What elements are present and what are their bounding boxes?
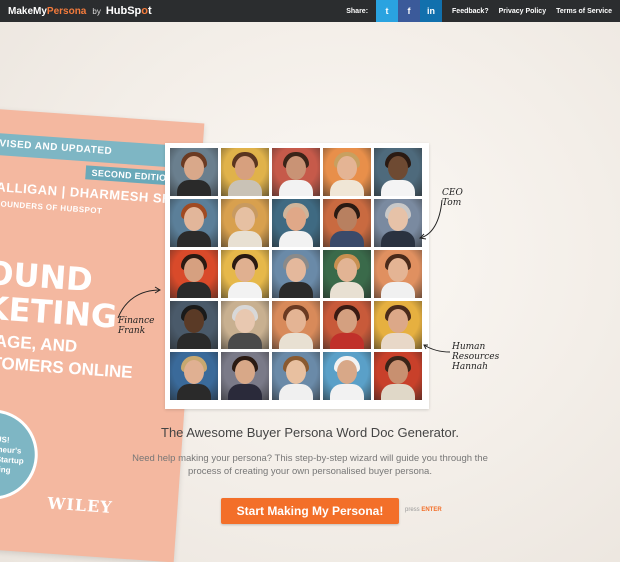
start-making-persona-button[interactable]: Start Making My Persona! [221, 498, 399, 524]
enter-key-text: ENTER [421, 507, 442, 513]
hr-annotation: Human Resources Hannah [452, 342, 499, 372]
description-line1: Need help making your persona? This step… [132, 453, 488, 464]
page-headline: The Awesome Buyer Persona Word Doc Gener… [161, 425, 459, 440]
finance-arrow [117, 289, 161, 319]
finance-label: Finance [118, 316, 155, 326]
finance-annotation: Finance Frank [118, 316, 154, 336]
description-line2: process of creating your own personalise… [188, 466, 432, 477]
finance-name: Frank [118, 326, 146, 336]
page-description: Need help making your persona? This step… [120, 452, 500, 478]
hr-name: Hannah [452, 362, 488, 372]
press-enter-hint: press ENTER [405, 507, 442, 513]
ceo-label: CEO [442, 188, 463, 198]
hr-arrow [423, 344, 451, 353]
hr-label-line2: Resources [452, 352, 500, 362]
ceo-name: Tom [442, 198, 462, 208]
hr-label-line1: Human [452, 342, 486, 352]
ceo-annotation: CEO Tom [442, 188, 463, 208]
ceo-arrow [419, 199, 443, 239]
press-text: press [405, 507, 420, 513]
